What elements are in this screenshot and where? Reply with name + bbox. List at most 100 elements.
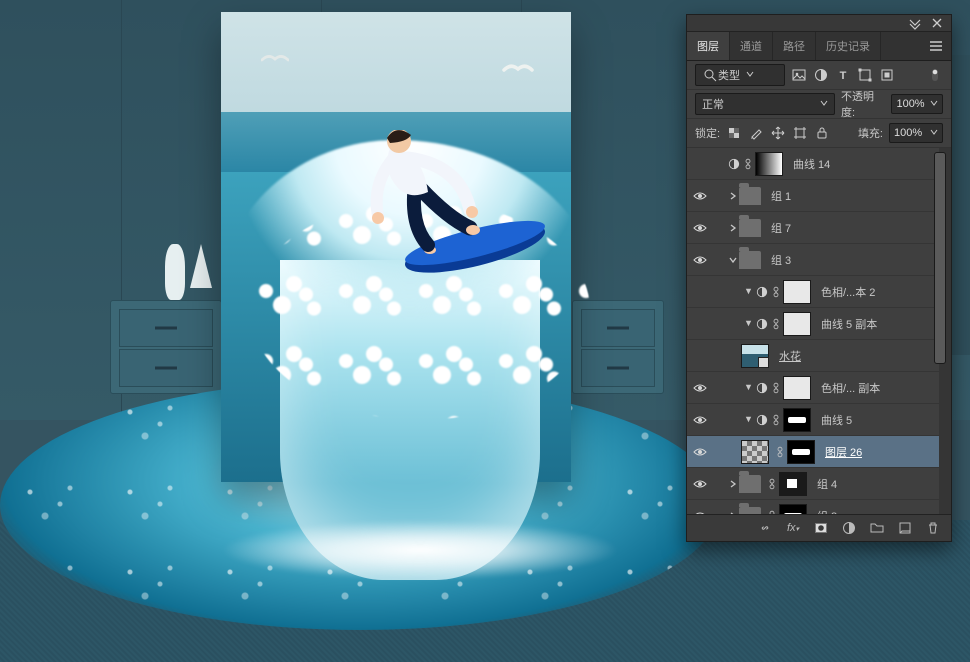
mask-link-icon[interactable] — [767, 510, 777, 515]
mask-link-icon[interactable] — [771, 286, 781, 298]
visibility-toggle[interactable] — [687, 253, 713, 267]
blend-row: 正常 不透明度: 100% — [687, 90, 951, 119]
link-layers-icon[interactable] — [757, 520, 773, 536]
filter-image-icon[interactable] — [791, 67, 807, 83]
delete-layer-icon[interactable] — [925, 520, 941, 536]
layer-name[interactable]: 组 7 — [771, 220, 791, 236]
layer-name[interactable]: 色相/...本 2 — [821, 284, 875, 300]
layer-row[interactable]: 水花 — [687, 340, 951, 372]
chevron-right-icon[interactable] — [727, 512, 739, 515]
layers-scrollbar[interactable] — [939, 148, 951, 514]
visibility-toggle[interactable] — [687, 445, 713, 459]
layer-name[interactable]: 组 1 — [771, 188, 791, 204]
visibility-toggle[interactable] — [687, 189, 713, 203]
mask-link-icon[interactable] — [771, 382, 781, 394]
layer-name[interactable]: 曲线 14 — [793, 156, 830, 172]
layer-fx-icon[interactable]: fx▾ — [785, 520, 801, 536]
collapse-icon[interactable] — [907, 15, 923, 31]
filter-smart-icon[interactable] — [879, 67, 895, 83]
lock-pixels-icon[interactable] — [748, 125, 764, 141]
blend-mode-combo[interactable]: 正常 — [695, 93, 835, 115]
tab-label: 通道 — [740, 38, 762, 54]
chevron-right-icon[interactable] — [727, 224, 739, 232]
add-mask-icon[interactable] — [813, 520, 829, 536]
scrollbar-thumb[interactable] — [934, 152, 946, 364]
layer-row[interactable]: 色相/... 副本 — [687, 372, 951, 404]
visibility-toggle[interactable] — [687, 221, 713, 235]
lock-transparent-icon[interactable] — [726, 125, 742, 141]
mask-link-icon[interactable] — [775, 446, 785, 458]
visibility-toggle[interactable] — [687, 509, 713, 515]
layer-row[interactable]: 色相/...本 2 — [687, 276, 951, 308]
visibility-toggle[interactable] — [687, 477, 713, 491]
mask-link-icon[interactable] — [767, 478, 777, 490]
layers-panel[interactable]: 图层 通道 路径 历史记录 类型 T 正常 不透明度: 100% 锁定: — [686, 14, 952, 542]
mask-link-icon[interactable] — [771, 414, 781, 426]
layer-row[interactable]: 曲线 5 副本 — [687, 308, 951, 340]
layer-mask-thumb[interactable] — [783, 376, 811, 400]
layer-row[interactable]: 曲线 14 — [687, 148, 951, 180]
layer-thumb[interactable] — [741, 344, 769, 368]
layer-name[interactable]: 组 3 — [771, 252, 791, 268]
filter-shape-icon[interactable] — [857, 67, 873, 83]
lock-label: 锁定: — [695, 125, 720, 141]
layer-row[interactable]: 组 4 — [687, 468, 951, 500]
filter-text-icon[interactable]: T — [835, 67, 851, 83]
lock-all-icon[interactable] — [814, 125, 830, 141]
folder-icon — [739, 219, 761, 237]
layers-list[interactable]: 曲线 14组 1 组 7 组 3 色相/...本 2 曲线 5 副本水花色相/... 副… — [687, 148, 951, 514]
layer-name[interactable]: 曲线 5 副本 — [821, 316, 877, 332]
layer-mask-thumb[interactable] — [779, 504, 807, 515]
layer-mask-thumb[interactable] — [783, 280, 811, 304]
filter-adjust-icon[interactable] — [813, 67, 829, 83]
tab-channels[interactable]: 通道 — [730, 32, 773, 60]
chevron-down-icon[interactable] — [727, 256, 739, 264]
layer-row[interactable]: 组 1 — [687, 180, 951, 212]
visibility-toggle[interactable] — [687, 381, 713, 395]
new-group-icon[interactable] — [869, 520, 885, 536]
new-adjust-icon[interactable] — [841, 520, 857, 536]
lock-artboard-icon[interactable] — [792, 125, 808, 141]
filter-toggle-switch[interactable] — [927, 67, 943, 83]
filter-kind-combo[interactable]: 类型 — [695, 64, 785, 86]
fill-value: 100% — [894, 127, 922, 139]
mask-link-icon[interactable] — [743, 158, 753, 170]
scene-surfer — [350, 130, 550, 290]
adjustment-icon — [755, 286, 769, 298]
chevron-down-icon — [930, 98, 938, 110]
opacity-field[interactable]: 100% — [891, 94, 943, 114]
layer-mask-thumb[interactable] — [783, 408, 811, 432]
layer-row[interactable]: 组 8 — [687, 500, 951, 514]
layer-row[interactable]: 图层 26 — [687, 436, 951, 468]
scene-bird — [261, 52, 289, 66]
layer-row[interactable]: 组 3 — [687, 244, 951, 276]
tab-paths[interactable]: 路径 — [773, 32, 816, 60]
adjustment-icon — [755, 318, 769, 330]
chevron-down-icon — [820, 98, 828, 110]
layer-name[interactable]: 色相/... 副本 — [821, 380, 880, 396]
layer-mask-thumb[interactable] — [755, 152, 783, 176]
chevron-right-icon[interactable] — [727, 480, 739, 488]
layer-name[interactable]: 组 8 — [817, 508, 837, 515]
visibility-toggle[interactable] — [687, 413, 713, 427]
new-layer-icon[interactable] — [897, 520, 913, 536]
close-icon[interactable] — [929, 15, 945, 31]
fill-field[interactable]: 100% — [889, 123, 943, 143]
layer-name[interactable]: 水花 — [779, 348, 801, 364]
tab-layers[interactable]: 图层 — [687, 32, 730, 60]
layer-thumb[interactable] — [741, 440, 769, 464]
mask-link-icon[interactable] — [771, 318, 781, 330]
layer-name[interactable]: 曲线 5 — [821, 412, 852, 428]
layer-row[interactable]: 组 7 — [687, 212, 951, 244]
layer-mask-thumb[interactable] — [783, 312, 811, 336]
tab-history[interactable]: 历史记录 — [816, 32, 881, 60]
adjustment-icon — [755, 414, 769, 426]
lock-position-icon[interactable] — [770, 125, 786, 141]
layer-name[interactable]: 图层 26 — [825, 444, 862, 460]
layer-name[interactable]: 组 4 — [817, 476, 837, 492]
panel-menu-icon[interactable] — [921, 32, 951, 60]
folder-icon — [739, 251, 761, 269]
layer-row[interactable]: 曲线 5 — [687, 404, 951, 436]
chevron-right-icon[interactable] — [727, 192, 739, 200]
layer-mask-thumb[interactable] — [787, 440, 815, 464]
